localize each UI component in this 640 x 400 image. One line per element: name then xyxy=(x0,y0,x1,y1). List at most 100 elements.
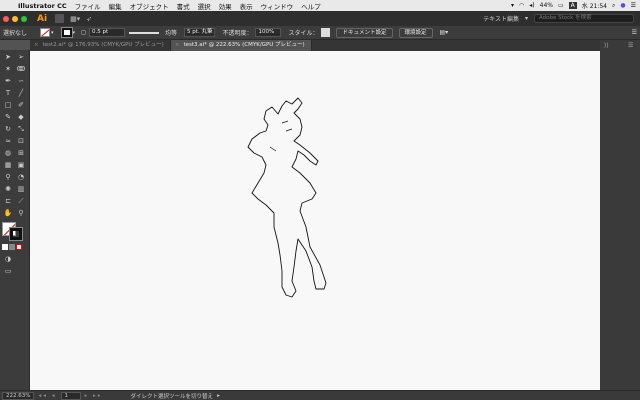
menu-file[interactable]: ファイル xyxy=(71,1,105,11)
perspective-icon[interactable]: ⊞ xyxy=(15,148,27,159)
character-silhouette[interactable] xyxy=(30,51,600,390)
direct-selection-tool-icon[interactable]: ➢ xyxy=(15,52,27,63)
scale-icon[interactable]: ⤡ xyxy=(15,124,27,135)
input-source[interactable]: A xyxy=(568,2,577,9)
bridge-icon[interactable] xyxy=(55,14,65,23)
siri-icon[interactable]: ● xyxy=(620,2,625,9)
lasso-icon[interactable]: ↂ xyxy=(15,64,27,75)
eyedropper-icon[interactable]: ⚲ xyxy=(2,172,14,183)
menu-app[interactable]: Illustrator CC xyxy=(14,2,71,10)
blend-icon[interactable]: ◔ xyxy=(15,172,27,183)
free-transform-icon[interactable]: ⊡ xyxy=(15,136,27,147)
curvature-icon[interactable]: ∽ xyxy=(15,76,27,87)
artboard-icon[interactable]: ⊏ xyxy=(2,196,14,207)
type-tool-icon[interactable]: T xyxy=(2,88,14,99)
gradient-icon[interactable]: ▣ xyxy=(15,160,27,171)
fill-stroke-widget[interactable] xyxy=(2,222,24,241)
pencil-icon[interactable]: ✎ xyxy=(2,112,14,123)
style-swatch[interactable] xyxy=(321,28,331,37)
menu-view[interactable]: 表示 xyxy=(236,1,257,11)
line-tool-icon[interactable]: ╱ xyxy=(15,88,27,99)
menu-type[interactable]: 書式 xyxy=(173,1,194,11)
fill-swatch[interactable] xyxy=(40,28,51,37)
artboard-nav-prev[interactable]: ◂◂ ◂ xyxy=(38,393,56,399)
close-button[interactable] xyxy=(3,15,9,22)
tab-test2[interactable]: × test2.ai* @ 176.93% (CMYK/GPU プレビュー) xyxy=(30,40,171,51)
stroke-profile-preview[interactable] xyxy=(129,31,160,34)
menu-edit[interactable]: 編集 xyxy=(105,1,126,11)
panel-menu-icon[interactable]: ☰ xyxy=(628,42,633,49)
opacity-label: 不透明度： xyxy=(222,30,253,37)
zoom-icon[interactable]: ⚲ xyxy=(15,208,27,219)
color-mode-buttons[interactable] xyxy=(2,244,22,250)
minimize-button[interactable] xyxy=(12,15,18,22)
menu-effect[interactable]: 効果 xyxy=(215,1,236,11)
magic-wand-icon[interactable]: ✶ xyxy=(2,64,14,75)
menu-help[interactable]: ヘルプ xyxy=(297,1,325,11)
status-menu-icon[interactable]: ▸ xyxy=(217,393,220,399)
draw-mode-icon[interactable]: ◑ xyxy=(2,254,14,265)
search-icon[interactable]: ⌕ xyxy=(612,2,615,10)
status-bar: 222.63% ◂◂ ◂ 1 ▸ ▸▸ ダイレクト選択ツールを切り替え ▸ xyxy=(0,390,640,400)
artboard-nav-next[interactable]: ▸ ▸▸ xyxy=(85,393,103,399)
stroke-weight-field[interactable]: 0.5 pt xyxy=(89,28,126,37)
slice-icon[interactable]: ⟋ xyxy=(15,196,27,207)
close-icon[interactable]: × xyxy=(175,42,180,48)
mesh-icon[interactable]: ▦ xyxy=(2,160,14,171)
warp-icon[interactable]: ≈ xyxy=(2,136,14,147)
ai-logo: Ai xyxy=(37,13,48,24)
dropbox-icon[interactable]: ▾ xyxy=(511,2,514,9)
artboard-number[interactable]: 1 xyxy=(60,391,81,400)
battery-icon[interactable]: ▭ xyxy=(558,2,564,9)
volume-icon[interactable]: ◂) xyxy=(529,2,534,9)
stroke-swatch-large[interactable] xyxy=(9,227,23,241)
symbol-sprayer-icon[interactable]: ✺ xyxy=(2,184,14,195)
preferences-button[interactable]: 環境設定 xyxy=(398,27,433,38)
gpu-performance-icon[interactable]: ➶ xyxy=(86,15,92,23)
paintbrush-icon[interactable]: ✐ xyxy=(15,100,27,111)
zoom-level[interactable]: 222.63% xyxy=(2,391,35,400)
rectangle-tool-icon[interactable]: □ xyxy=(2,100,14,111)
panel-collapse-icon[interactable]: ⟩⟩ xyxy=(604,42,609,49)
wifi-icon[interactable]: ◠ xyxy=(519,2,524,9)
workspace-switcher[interactable]: テキスト編集 xyxy=(483,14,519,23)
artboard-canvas[interactable] xyxy=(30,51,600,390)
style-label: スタイル： xyxy=(288,30,319,37)
graph-icon[interactable]: ▥ xyxy=(15,184,27,195)
eraser-icon[interactable]: ◆ xyxy=(15,112,27,123)
opacity-field[interactable]: 100% xyxy=(255,28,282,37)
chevron-down-icon[interactable]: ▾ xyxy=(51,30,54,36)
brush-definition[interactable]: 5 pt. 丸筆 xyxy=(184,28,216,37)
menu-select[interactable]: 選択 xyxy=(194,1,215,11)
stroke-icon[interactable]: ◻ xyxy=(78,29,89,36)
hand-icon[interactable]: ✋ xyxy=(2,208,14,219)
rotate-icon[interactable]: ↻ xyxy=(2,124,14,135)
window-controls xyxy=(0,15,27,22)
stroke-profile-label[interactable]: 均等 xyxy=(162,28,180,37)
pen-tool-icon[interactable]: ✒ xyxy=(2,76,14,87)
clock[interactable]: 水 21:54 xyxy=(582,1,607,10)
stock-search-input[interactable]: Adobe Stock を検索 xyxy=(534,14,634,23)
zoom-button[interactable] xyxy=(21,15,27,22)
none-icon[interactable] xyxy=(16,244,22,250)
tab-label: test3.ai* @ 222.63% (CMYK/GPU プレビュー) xyxy=(183,42,305,48)
tab-test3[interactable]: × test3.ai* @ 222.63% (CMYK/GPU プレビュー) xyxy=(170,40,312,51)
menu-object[interactable]: オブジェクト xyxy=(126,1,173,11)
close-icon[interactable]: × xyxy=(34,42,39,48)
shape-builder-icon[interactable]: ◍ xyxy=(2,148,14,159)
menu-list-icon[interactable]: ☰ xyxy=(631,2,636,9)
panel-menu-icon[interactable]: ☰ xyxy=(629,29,640,36)
chevron-down-icon: ▾ xyxy=(524,15,528,22)
screen-mode-icon[interactable]: ▭ xyxy=(2,266,14,277)
arrange-documents-icon[interactable]: ▦▾ xyxy=(70,15,80,23)
selection-tool-icon[interactable]: ➤ xyxy=(2,52,14,63)
chevron-down-icon[interactable]: ▾ xyxy=(73,30,76,36)
align-icon[interactable]: ▤▾ xyxy=(437,29,452,36)
status-message: ダイレクト選択ツールを切り替え xyxy=(130,393,214,400)
document-setup-button[interactable]: ドキュメント設定 xyxy=(336,27,393,38)
selection-status: 選択なし xyxy=(3,30,28,37)
stroke-swatch[interactable] xyxy=(60,27,73,38)
color-icon[interactable] xyxy=(2,244,8,250)
gradient-mode-icon[interactable] xyxy=(9,244,15,250)
menu-window[interactable]: ウィンドウ xyxy=(257,1,298,11)
